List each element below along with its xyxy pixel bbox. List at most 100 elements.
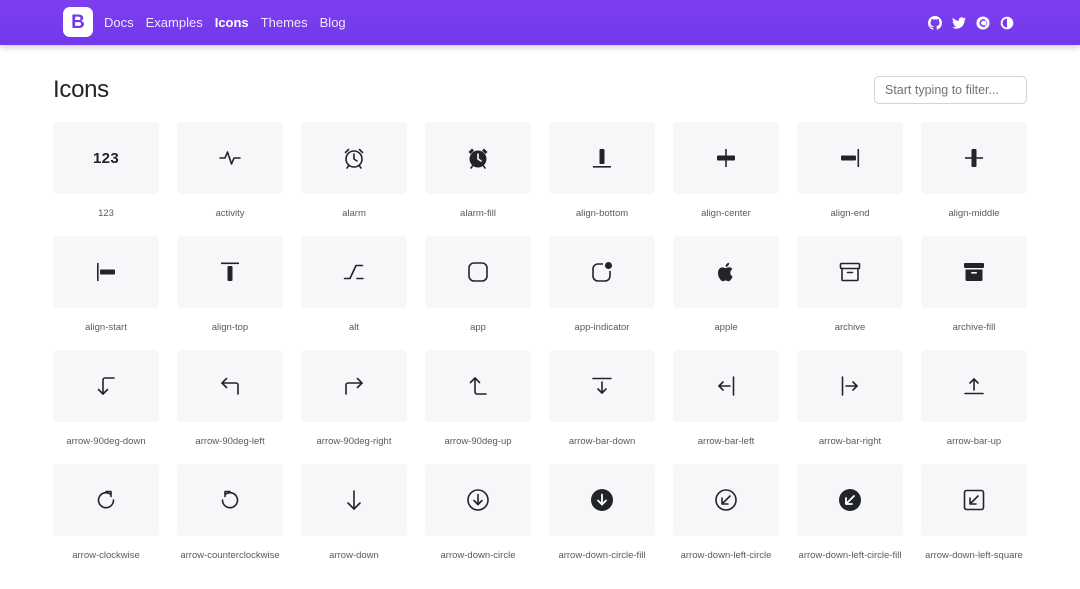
icon-card[interactable]: align-bottom — [549, 122, 655, 221]
icon-label: align-top — [211, 322, 249, 333]
icon-tile[interactable] — [53, 464, 159, 536]
icon-tile[interactable] — [673, 122, 779, 194]
icon-tile[interactable] — [921, 464, 1027, 536]
alarm-fill-icon — [468, 148, 488, 169]
icon-tile[interactable] — [425, 122, 531, 194]
icon-card[interactable]: arrow-90deg-down — [53, 350, 159, 449]
icon-tile[interactable] — [301, 236, 407, 308]
arrow-bar-right-icon — [841, 376, 858, 396]
icon-card[interactable]: alarm — [301, 122, 407, 221]
icon-card[interactable]: arrow-down — [301, 464, 407, 563]
icon-label: alarm-fill — [460, 208, 496, 219]
icon-card[interactable]: arrow-bar-up — [921, 350, 1027, 449]
icon-tile[interactable] — [921, 350, 1027, 422]
icon-label: align-bottom — [575, 208, 629, 219]
icon-card[interactable]: align-middle — [921, 122, 1027, 221]
icon-card[interactable]: alt — [301, 236, 407, 335]
icon-label: arrow-counterclockwise — [180, 550, 280, 561]
icon-card[interactable]: arrow-90deg-left — [177, 350, 283, 449]
icon-tile[interactable] — [425, 464, 531, 536]
bootstrap-logo[interactable]: B — [63, 7, 93, 37]
arrow-bar-up-icon — [964, 378, 984, 395]
theme-toggle-icon[interactable] — [1000, 16, 1014, 30]
icon-label: alt — [348, 322, 360, 333]
icon-label: arrow-down-left-circle — [680, 550, 772, 561]
icon-tile[interactable] — [53, 350, 159, 422]
icon-tile[interactable] — [797, 122, 903, 194]
icon-card[interactable]: arrow-counterclockwise — [177, 464, 283, 563]
icon-card[interactable]: arrow-bar-down — [549, 350, 655, 449]
nav-link-blog[interactable]: Blog — [320, 15, 346, 30]
icon-tile[interactable]: 123 — [53, 122, 159, 194]
icon-card[interactable]: arrow-down-left-circle — [673, 464, 779, 563]
icon-tile[interactable] — [177, 236, 283, 308]
icon-tile[interactable] — [301, 122, 407, 194]
icon-card[interactable]: align-top — [177, 236, 283, 335]
icon-card[interactable]: arrow-bar-left — [673, 350, 779, 449]
icon-card[interactable]: align-start — [53, 236, 159, 335]
icon-tile[interactable] — [301, 350, 407, 422]
icon-card[interactable]: app — [425, 236, 531, 335]
icon-tile[interactable] — [53, 236, 159, 308]
icon-tile[interactable] — [549, 464, 655, 536]
align-middle-icon — [965, 149, 983, 167]
nav-link-icons[interactable]: Icons — [215, 15, 249, 30]
icon-tile[interactable] — [797, 464, 903, 536]
icon-card[interactable]: align-center — [673, 122, 779, 221]
icon-label: activity — [215, 208, 245, 219]
icon-card[interactable]: arrow-bar-right — [797, 350, 903, 449]
icon-card[interactable]: activity — [177, 122, 283, 221]
nav-link-themes[interactable]: Themes — [261, 15, 308, 30]
icon-card[interactable]: arrow-down-circle-fill — [549, 464, 655, 563]
icon-card[interactable]: archive — [797, 236, 903, 335]
icon-card[interactable]: apple — [673, 236, 779, 335]
icon-card[interactable]: arrow-90deg-up — [425, 350, 531, 449]
icon-label: arrow-down-circle — [440, 550, 516, 561]
align-end-icon — [841, 149, 860, 167]
icon-tile[interactable] — [797, 236, 903, 308]
page-title: Icons — [53, 76, 109, 103]
icon-tile[interactable] — [673, 350, 779, 422]
icon-tile[interactable] — [549, 122, 655, 194]
icon-tile[interactable] — [549, 350, 655, 422]
icon-card[interactable]: archive-fill — [921, 236, 1027, 335]
icon-card[interactable]: align-end — [797, 122, 903, 221]
icon-card[interactable]: arrow-down-circle — [425, 464, 531, 563]
opencollective-icon[interactable] — [976, 15, 990, 30]
icon-card[interactable]: arrow-down-left-square — [921, 464, 1027, 563]
icon-tile[interactable] — [673, 236, 779, 308]
icon-tile[interactable] — [177, 464, 283, 536]
nav-icons — [918, 0, 1014, 45]
icon-tile[interactable] — [425, 236, 531, 308]
arrow-clockwise-icon — [97, 490, 115, 509]
icon-tile[interactable] — [673, 464, 779, 536]
icon-label: arrow-bar-up — [946, 436, 1002, 447]
icon-label: arrow-down — [329, 550, 379, 561]
icon-card[interactable]: arrow-down-left-circle-fill — [797, 464, 903, 563]
icon-card[interactable]: arrow-clockwise — [53, 464, 159, 563]
icon-card[interactable]: 123 123 — [53, 122, 159, 221]
arrow-bar-down-icon — [592, 377, 612, 394]
icon-filter-input[interactable] — [874, 76, 1027, 104]
arrow-down-circle-fill-icon — [591, 489, 613, 511]
nav-link-examples[interactable]: Examples — [146, 15, 203, 30]
icon-tile[interactable] — [177, 350, 283, 422]
align-bottom-icon — [593, 149, 611, 168]
icon-tile[interactable] — [177, 122, 283, 194]
icon-card[interactable]: alarm-fill — [425, 122, 531, 221]
archive-fill-icon — [964, 263, 984, 281]
arrow-down-left-square-icon — [963, 489, 985, 511]
icon-tile[interactable] — [425, 350, 531, 422]
nav-link-docs[interactable]: Docs — [104, 15, 134, 30]
icon-tile[interactable] — [921, 236, 1027, 308]
icon-label: 123 — [98, 208, 114, 219]
icon-tile[interactable] — [797, 350, 903, 422]
arrow-down-icon — [347, 490, 361, 510]
icon-card[interactable]: arrow-90deg-right — [301, 350, 407, 449]
icon-tile[interactable] — [301, 464, 407, 536]
github-icon[interactable] — [928, 15, 942, 30]
icon-tile[interactable] — [921, 122, 1027, 194]
twitter-icon[interactable] — [952, 16, 966, 30]
icon-tile[interactable] — [549, 236, 655, 308]
icon-card[interactable]: app-indicator — [549, 236, 655, 335]
